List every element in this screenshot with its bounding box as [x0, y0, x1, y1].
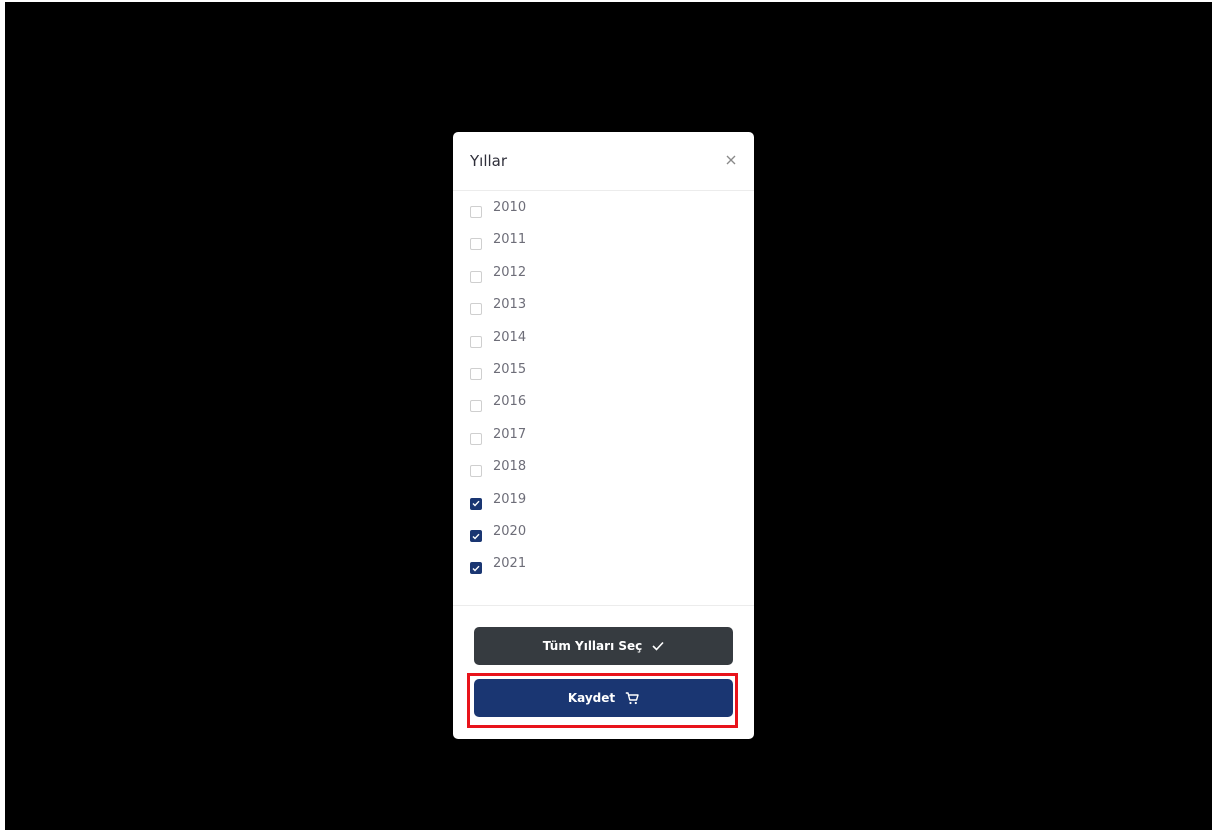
year-label: 2017 — [493, 426, 527, 442]
year-label: 2015 — [493, 362, 527, 377]
save-label: Kaydet — [567, 691, 616, 705]
year-option[interactable]: 2010 — [470, 199, 670, 221]
year-label: 2011 — [493, 232, 527, 248]
year-label: 2021 — [493, 556, 527, 572]
year-checkbox[interactable] — [470, 465, 482, 478]
year-label: 2014 — [493, 329, 527, 345]
year-checkbox[interactable] — [470, 368, 482, 380]
year-option[interactable]: 2011 — [470, 231, 670, 253]
checkmark-icon — [472, 533, 480, 540]
year-label: 2018 — [493, 459, 527, 475]
year-checkbox[interactable] — [470, 562, 482, 575]
year-option[interactable]: 2012 — [470, 264, 670, 286]
close-icon — [726, 155, 736, 165]
year-checkbox[interactable] — [470, 530, 482, 542]
year-option[interactable]: 2018 — [470, 458, 670, 480]
year-label: 2020 — [493, 524, 527, 539]
checkmark-icon — [472, 500, 480, 507]
year-option[interactable]: 2019 — [470, 491, 670, 513]
year-option[interactable]: 2020 — [470, 523, 670, 545]
year-label: 2010 — [493, 200, 527, 215]
year-option[interactable]: 2015 — [470, 361, 670, 383]
year-checkbox[interactable] — [470, 238, 482, 251]
year-checkbox[interactable] — [470, 335, 482, 348]
year-option[interactable]: 2016 — [470, 393, 670, 415]
year-label: 2012 — [493, 264, 527, 280]
years-modal: Yıllar 2010 2011 2012 2013 2014 2015 2016 2017 2… — [453, 132, 754, 739]
year-checkbox[interactable] — [470, 303, 482, 316]
year-checkbox[interactable] — [470, 206, 482, 218]
modal-header: Yıllar — [453, 132, 754, 191]
year-checkbox[interactable] — [470, 270, 482, 283]
year-label: 2013 — [493, 297, 527, 313]
cart-icon — [625, 691, 639, 704]
year-label: 2016 — [493, 394, 527, 410]
check-icon — [652, 641, 664, 651]
save-button[interactable]: Kaydet — [474, 679, 733, 717]
year-option[interactable]: 2013 — [470, 296, 670, 318]
select-all-years-button[interactable]: Tüm Yılları Seç — [474, 627, 733, 665]
year-option[interactable]: 2017 — [470, 426, 670, 448]
year-label: 2019 — [493, 491, 527, 507]
year-option[interactable]: 2014 — [470, 329, 670, 351]
year-checkbox[interactable] — [470, 432, 482, 445]
checkmark-icon — [472, 565, 480, 572]
select-all-label: Tüm Yılları Seç — [542, 639, 643, 653]
modal-footer: Tüm Yılları Seç Kaydet — [453, 605, 754, 739]
year-checkbox[interactable] — [470, 400, 482, 413]
close-button[interactable] — [721, 150, 741, 170]
year-checkbox[interactable] — [470, 497, 482, 510]
year-option[interactable]: 2021 — [470, 555, 670, 577]
modal-title: Yıllar — [470, 152, 508, 170]
